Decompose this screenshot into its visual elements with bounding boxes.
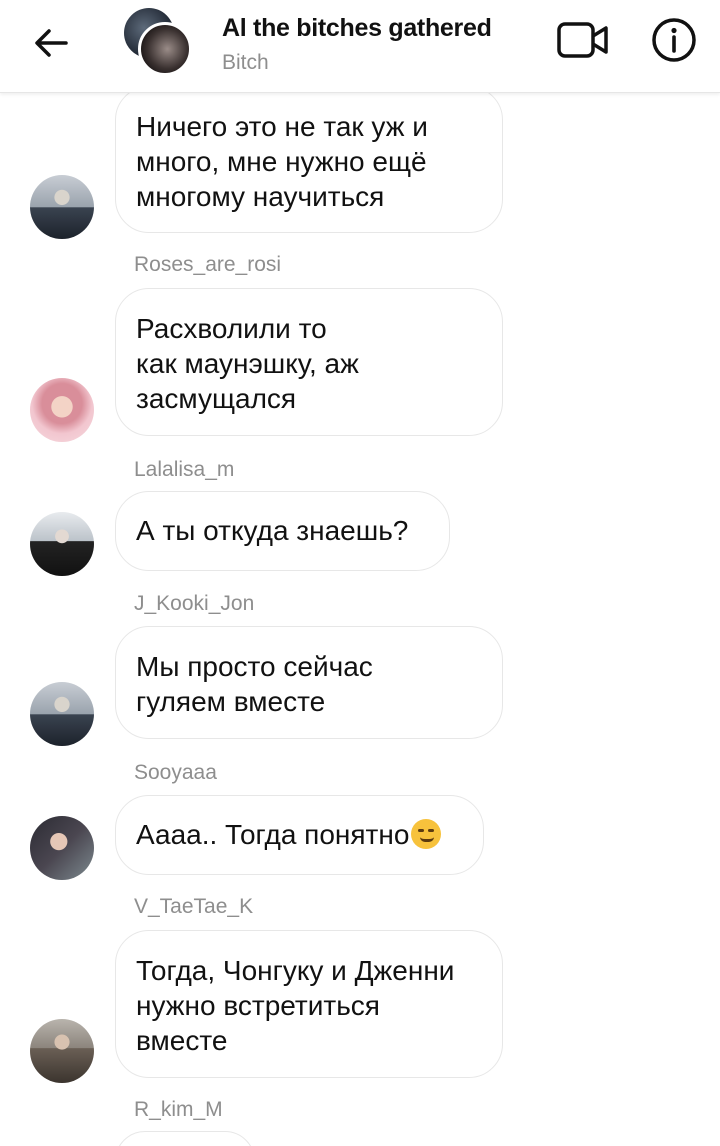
avatar[interactable] [30,378,94,442]
message-bubble[interactable] [115,1131,255,1146]
chat-title[interactable]: Al the bitches gathered [222,14,492,43]
message-bubble[interactable]: Ничего это не так уж и много, мне нужно … [115,86,503,233]
message-line: Аааа.. Тогда понятно [136,819,410,850]
message-bubble[interactable]: Расхволили то как маунэшку, аж засмущалс… [115,288,503,436]
message-line: многому научиться [136,181,385,212]
avatar[interactable] [30,816,94,880]
message-line: нужно встретиться [136,990,380,1021]
avatar [138,22,192,76]
message-line: засмущался [136,383,297,414]
back-button[interactable] [28,22,74,64]
message-bubble[interactable]: Аааа.. Тогда понятно [115,795,484,875]
sender-name: J_Kooki_Jon [134,592,255,615]
sender-name: R_kim_M [134,1098,223,1121]
info-button[interactable] [650,16,698,64]
group-avatar[interactable] [124,8,192,76]
sender-name: Lalalisa_m [134,458,235,481]
sender-name: Sooyaaa [134,761,217,784]
message-bubble[interactable]: Тогда, Чонгуку и Дженни нужно встретитьс… [115,930,503,1078]
info-icon [652,18,696,62]
message-line: А ты откуда знаешь? [136,515,409,546]
smirking-face-icon [411,819,442,849]
sender-name: Roses_are_rosi [134,253,282,276]
message-line: Расхволили то [136,313,327,344]
message-line: вместе [136,1025,228,1056]
chat-header: Al the bitches gathered Bitch [0,0,720,93]
arrow-left-icon [35,29,68,57]
video-call-button[interactable] [556,18,610,62]
avatar[interactable] [30,682,94,746]
message-line: Мы просто сейчас [136,651,373,682]
message-line: Тогда, Чонгуку и Дженни [136,955,455,986]
message-feed[interactable]: Ничего это не так уж и много, мне нужно … [0,0,720,1146]
message-bubble[interactable]: А ты откуда знаешь? [115,491,450,571]
message-line: Ничего это не так уж и [136,111,428,142]
message-bubble[interactable]: Мы просто сейчас гуляем вместе [115,626,503,739]
chat-subtitle: Bitch [222,51,269,74]
avatar[interactable] [30,175,94,239]
message-line: гуляем вместе [136,686,326,717]
message-line: как маунэшку, аж [136,348,359,379]
avatar[interactable] [30,1019,94,1083]
sender-name: V_TaeTae_K [134,895,254,918]
avatar[interactable] [30,512,94,576]
video-camera-icon [557,22,608,58]
message-line: много, мне нужно ещё [136,146,427,177]
